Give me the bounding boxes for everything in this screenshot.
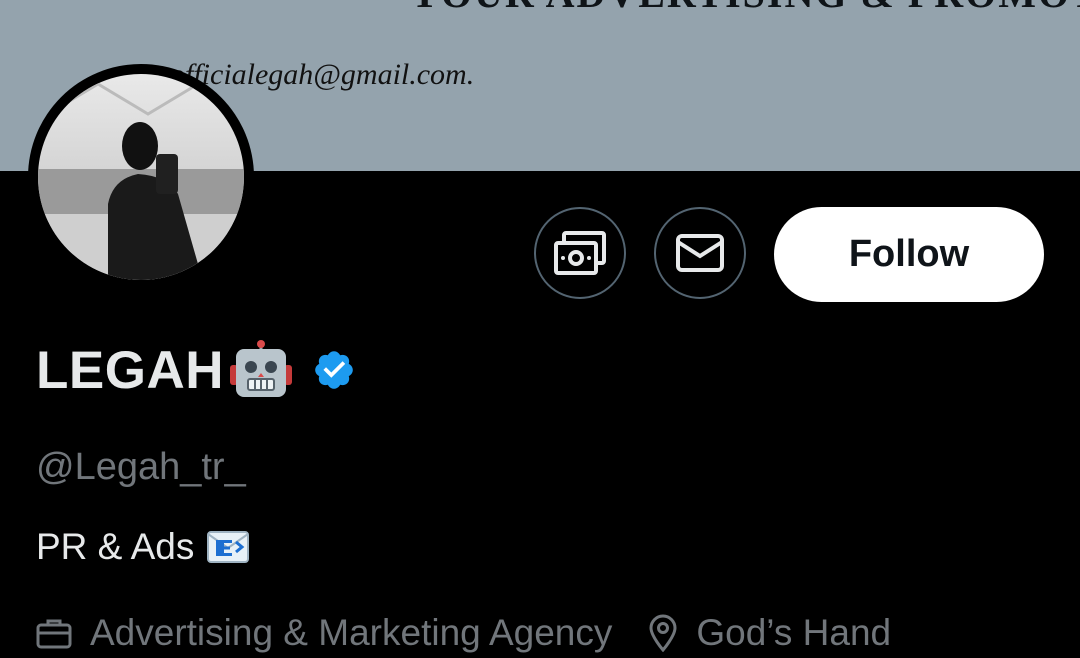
bio-text: PR & Ads	[36, 526, 195, 567]
profile-location: God’s Hand	[696, 612, 892, 653]
incoming-envelope-emoji	[207, 531, 250, 563]
avatar-photo	[38, 74, 244, 280]
profile-handle: @Legah_tr_	[36, 446, 246, 488]
money-icon	[554, 231, 606, 275]
banner-headline: YOUR ADVERTISING & PROMOTION	[410, 0, 1080, 17]
profile-name-row: LEGAH	[36, 334, 356, 406]
location-pin-icon	[648, 614, 678, 652]
briefcase-icon	[36, 617, 72, 649]
avatar[interactable]	[28, 64, 254, 290]
tip-button[interactable]	[534, 207, 626, 299]
profile-meta-row: Advertising & Marketing Agency God’s Han…	[36, 608, 891, 658]
envelope-icon	[676, 234, 724, 272]
profile-bio: PR & Ads	[36, 526, 250, 568]
follow-button[interactable]: Follow	[774, 207, 1044, 302]
robot-face-emoji	[230, 340, 292, 397]
display-name: LEGAH	[36, 340, 224, 400]
profile-category: Advertising & Marketing Agency	[90, 612, 613, 653]
verified-icon[interactable]	[312, 348, 356, 392]
message-button[interactable]	[654, 207, 746, 299]
